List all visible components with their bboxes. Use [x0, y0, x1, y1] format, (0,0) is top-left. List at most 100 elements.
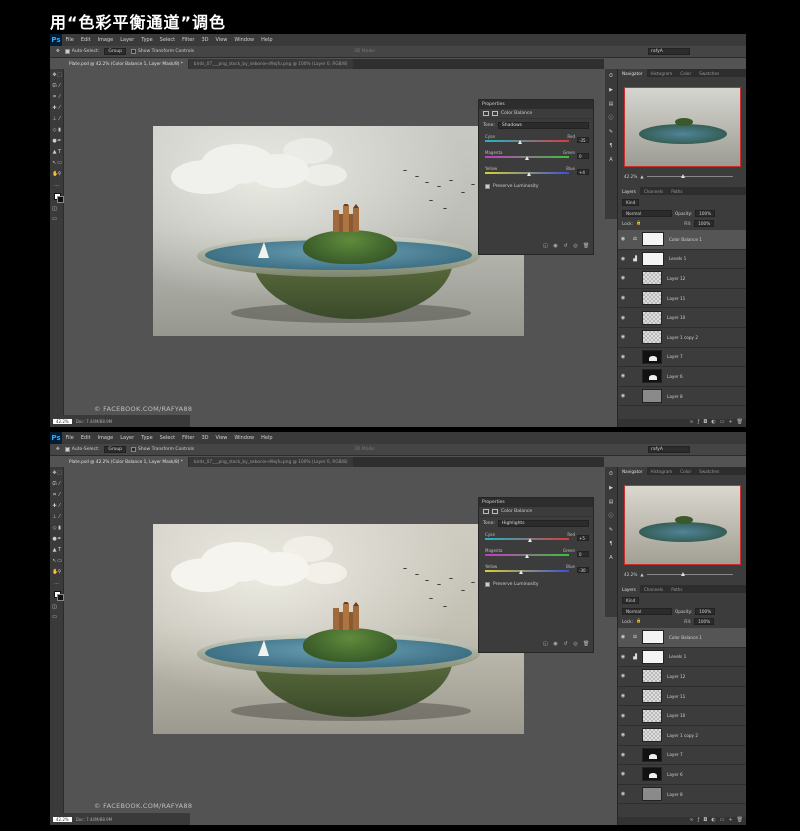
type-tool-icon[interactable]: T	[57, 150, 62, 155]
clip-to-layer-icon[interactable]: ◱	[543, 642, 548, 647]
menu-edit[interactable]: Edit	[77, 37, 94, 43]
workspace-dropdown[interactable]: rafyA	[648, 446, 690, 453]
new-layer-icon[interactable]: +	[728, 419, 732, 427]
layer-thumbnail[interactable]	[642, 310, 662, 325]
quick-select-tool-icon[interactable]: ⁄	[57, 482, 62, 487]
pen-tool-icon[interactable]: ✒	[57, 139, 62, 144]
menu-file[interactable]: File	[62, 435, 77, 441]
layer-row[interactable]: ◉ Layer 11	[618, 687, 746, 707]
quick-mask-icon[interactable]: ◫	[52, 605, 57, 610]
menu-window[interactable]: Window	[231, 37, 258, 43]
yellow-blue-value[interactable]: -30	[577, 567, 589, 573]
view-previous-icon[interactable]: ◉	[553, 244, 558, 249]
layer-thumbnail[interactable]	[642, 291, 662, 306]
status-zoom[interactable]: 42.2%	[53, 418, 72, 424]
layer-thumbnail[interactable]	[642, 728, 662, 743]
eye-icon[interactable]: ◉	[618, 393, 628, 399]
slider-thumb[interactable]	[525, 156, 529, 160]
gradient-tool-icon[interactable]: ▮	[57, 526, 62, 531]
history-icon[interactable]: ⏱	[608, 471, 614, 477]
yellow-blue-slider[interactable]: Yellow Blue +4	[483, 166, 589, 180]
tab-histogram[interactable]: Histogram	[647, 467, 677, 475]
layer-thumbnail[interactable]	[642, 708, 662, 723]
paragraph-icon[interactable]: ¶	[608, 143, 614, 149]
new-adjustment-icon[interactable]: ◐	[711, 817, 715, 825]
eye-icon[interactable]: ◉	[618, 275, 628, 281]
mask-icon[interactable]	[492, 111, 498, 116]
eye-icon[interactable]: ◉	[618, 354, 628, 360]
magenta-green-slider[interactable]: Magenta Green 0	[483, 548, 589, 562]
shape-tool-icon[interactable]: ▭	[57, 559, 62, 564]
menu-filter[interactable]: Filter	[179, 37, 198, 43]
adjust-icon[interactable]: ▤	[608, 499, 614, 505]
layer-row[interactable]: ◉ Layer 10	[618, 706, 746, 726]
fx-icon[interactable]: ƒ	[698, 419, 700, 427]
layer-thumbnail[interactable]	[642, 669, 662, 684]
tab-plate[interactable]: Plate.psd @ 42.2% (Color Balance 1, Laye…	[64, 457, 188, 467]
visibility-icon[interactable]: ◎	[573, 642, 578, 647]
brush-tool-icon[interactable]: ⁄	[57, 106, 62, 111]
tab-navigator[interactable]: Navigator	[618, 69, 647, 77]
character-icon[interactable]: A	[608, 555, 614, 561]
layer-thumbnail[interactable]	[642, 349, 662, 364]
fill-field[interactable]: 100%	[694, 219, 715, 227]
slider-thumb[interactable]	[526, 172, 531, 176]
layer-thumbnail[interactable]	[642, 689, 662, 704]
type-tool-icon[interactable]: T	[57, 548, 62, 553]
new-group-icon[interactable]: ▭	[720, 817, 725, 825]
eye-icon[interactable]: ◉	[618, 654, 628, 660]
history-brush-icon[interactable]: ⁄	[57, 515, 62, 520]
new-adjustment-icon[interactable]: ◐	[711, 419, 715, 427]
link-layers-icon[interactable]: ∞	[689, 817, 693, 825]
tab-channels[interactable]: Channels	[640, 187, 667, 195]
layer-thumbnail[interactable]	[642, 787, 662, 802]
layer-row[interactable]: ◉ Layer 7	[618, 348, 746, 368]
screen-mode-icon[interactable]: ▭	[52, 217, 57, 222]
menu-help[interactable]: Help	[258, 37, 276, 43]
tab-swatches[interactable]: Swatches	[695, 69, 723, 77]
adjust-icon[interactable]: ▤	[608, 101, 614, 107]
pen-tool-icon[interactable]: ✒	[57, 537, 62, 542]
zoom-tool-icon[interactable]: ⚲	[57, 570, 62, 575]
eye-icon[interactable]: ◉	[618, 236, 628, 242]
layer-row[interactable]: ◉ Layer 8	[618, 785, 746, 805]
eyedropper-tool-icon[interactable]: ⁄	[57, 95, 62, 100]
layer-thumbnail[interactable]	[642, 649, 664, 664]
layer-thumbnail[interactable]	[642, 330, 662, 345]
navigator-preview[interactable]	[624, 485, 741, 565]
layer-thumbnail[interactable]	[642, 369, 662, 384]
reset-icon[interactable]: ↺	[563, 244, 568, 249]
fx-icon[interactable]: ƒ	[698, 817, 700, 825]
layer-row[interactable]: ◉ Layer 1 copy 2	[618, 328, 746, 348]
tone-dropdown[interactable]: Shadows	[497, 122, 589, 129]
tab-swatches[interactable]: Swatches	[695, 467, 723, 475]
magenta-green-value[interactable]: 0	[577, 551, 589, 557]
document-canvas[interactable]	[153, 524, 524, 734]
quick-select-tool-icon[interactable]: ⁄	[57, 84, 62, 89]
layer-filter-kind[interactable]: Kind	[622, 198, 640, 206]
auto-select-toggle[interactable]: Auto-Select:	[64, 49, 99, 54]
eye-icon[interactable]: ◉	[618, 373, 628, 379]
tab-color[interactable]: Color	[676, 467, 695, 475]
more-tools-icon[interactable]: …	[54, 183, 59, 188]
menu-window[interactable]: Window	[231, 435, 258, 441]
tab-paths[interactable]: Paths	[667, 187, 686, 195]
move-tool-icon[interactable]: ✥	[56, 49, 60, 54]
background-color-swatch[interactable]	[57, 196, 64, 203]
navigator-preview[interactable]	[624, 87, 741, 167]
menu-type[interactable]: Type	[138, 37, 156, 43]
eyedropper-tool-icon[interactable]: ⁄	[57, 493, 62, 498]
tab-navigator[interactable]: Navigator	[618, 467, 647, 475]
zoom-tool-icon[interactable]: ⚲	[57, 172, 62, 177]
menu-image[interactable]: Image	[94, 37, 117, 43]
opacity-field[interactable]: 100%	[695, 607, 716, 615]
menu-help[interactable]: Help	[258, 435, 276, 441]
menu-image[interactable]: Image	[94, 435, 117, 441]
reset-icon[interactable]: ↺	[563, 642, 568, 647]
eye-icon[interactable]: ◉	[618, 315, 628, 321]
brush-tool-icon[interactable]: ⁄	[57, 504, 62, 509]
paragraph-icon[interactable]: ¶	[608, 541, 614, 547]
layer-filter-kind[interactable]: Kind	[622, 596, 640, 604]
layer-row[interactable]: ◉ Layer 11	[618, 289, 746, 309]
tab-birds[interactable]: birds_07___png_stock_by_sebonie-d9ojfu.p…	[188, 59, 353, 69]
